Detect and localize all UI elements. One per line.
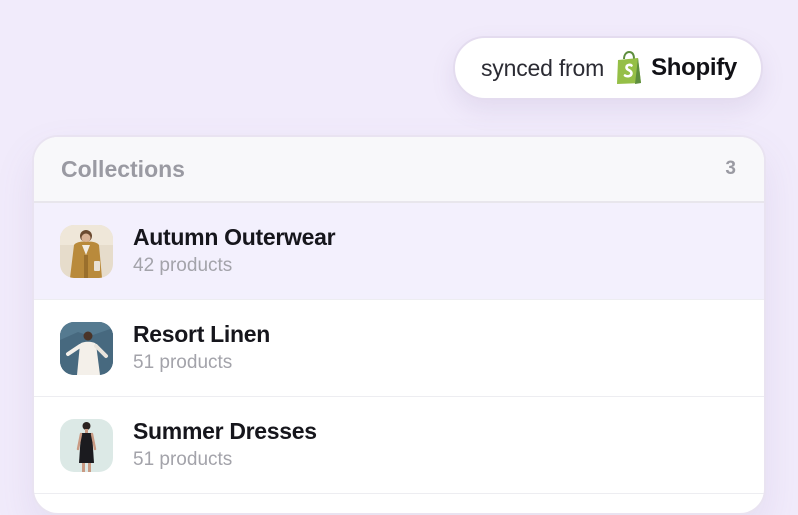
collection-row-autumn-outerwear[interactable]: Autumn Outerwear 42 products [34, 203, 764, 300]
collections-card: Collections 3 Autumn Outerwear 42 produc… [32, 135, 766, 515]
collection-name: Summer Dresses [133, 418, 317, 444]
collections-title: Collections [61, 155, 185, 182]
collections-count: 3 [725, 158, 736, 179]
collection-product-count: 42 products [133, 255, 233, 276]
collection-product-count: 51 products [133, 352, 233, 373]
collection-name: Resort Linen [133, 321, 270, 347]
collections-header: Collections 3 [34, 137, 764, 203]
collection-row-summer-dresses[interactable]: Summer Dresses 51 products [34, 397, 764, 494]
linen-photo [60, 321, 113, 375]
collection-name: Autumn Outerwear [133, 224, 336, 250]
sync-label: synced from [481, 54, 605, 81]
synced-from-shopify-badge: synced from Shopify [453, 36, 763, 100]
collection-row-resort-linen[interactable]: Resort Linen 51 products [34, 300, 764, 397]
collection-product-count: 51 products [133, 449, 233, 470]
shopify-wordmark: Shopify [651, 54, 737, 81]
dress-photo [60, 418, 113, 472]
shopify-bag-icon [614, 50, 644, 85]
outerwear-photo [60, 224, 113, 278]
